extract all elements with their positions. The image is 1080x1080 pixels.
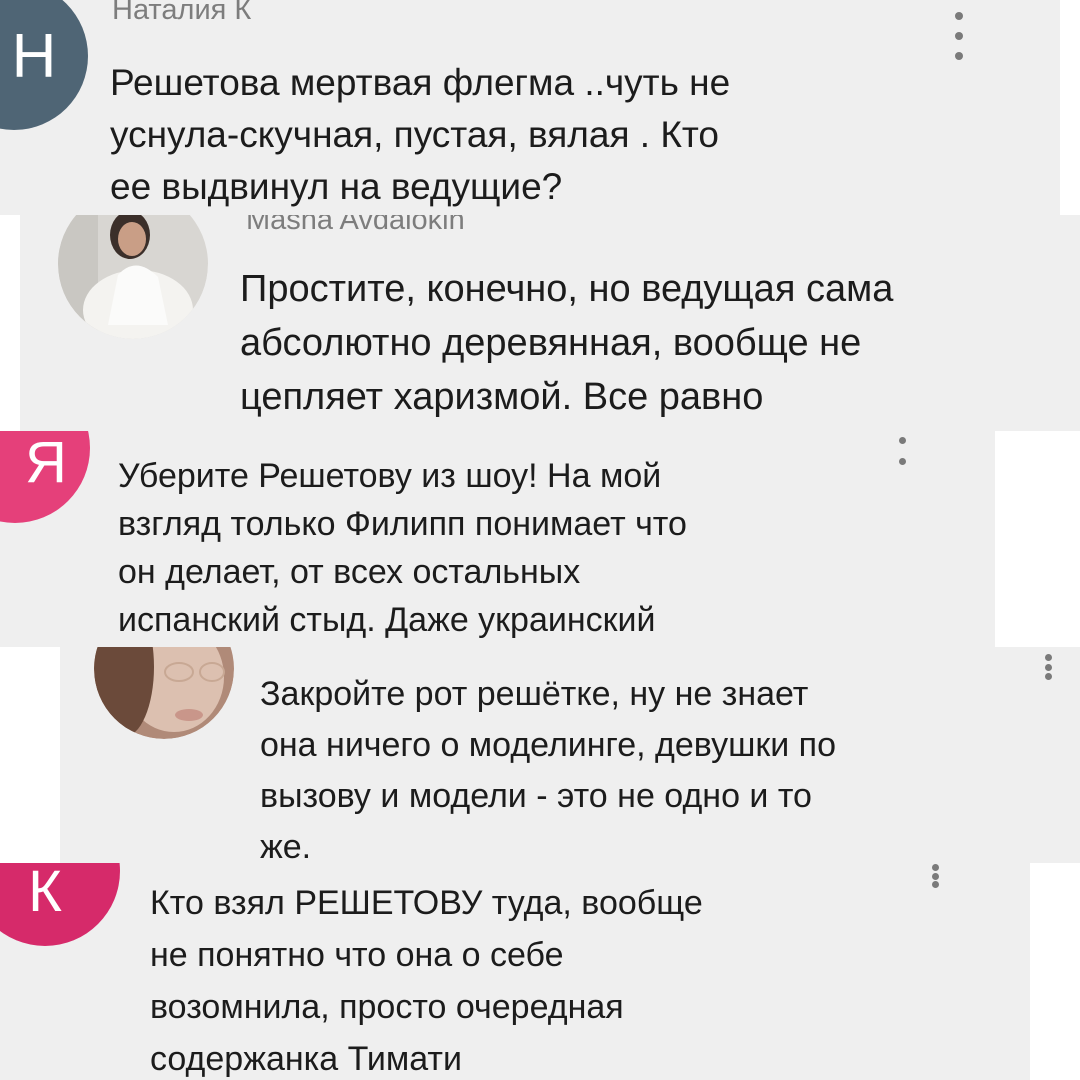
avatar-letter: Н	[11, 21, 57, 91]
comment-text: Уберите Решетову из шоу! На мой взгляд т…	[118, 457, 687, 639]
user-photo	[94, 647, 234, 739]
comment-author[interactable]: Masha Avdalokin	[246, 215, 465, 237]
comment-text: Закройте рот решётке, ну не знает она ни…	[260, 675, 836, 863]
avatar-letter: К	[28, 863, 62, 924]
comment-card: Я Уберите Решетову из шоу! На мой взгляд…	[0, 431, 995, 647]
avatar[interactable]	[94, 647, 234, 739]
comment-author[interactable]: Наталия К	[112, 0, 251, 27]
more-vertical-icon[interactable]	[1043, 654, 1053, 680]
avatar-letter: Я	[25, 431, 67, 495]
more-vertical-icon[interactable]	[897, 437, 907, 465]
user-photo	[58, 215, 208, 339]
comment-text: Кто взял РЕШЕТОВУ туда, вообще не понятн…	[150, 884, 703, 1078]
comment-card: К Кто взял РЕШЕТОВУ туда, вообще не поня…	[0, 863, 1030, 1080]
comment-card: Masha Avdalokin Простите, конечно, но ве…	[20, 215, 1080, 431]
comment-text: Простите, конечно, но ведущая сама абсол…	[240, 268, 894, 418]
comment-card: Н Наталия К Решетова мертвая флегма ..чу…	[0, 0, 1060, 215]
more-vertical-icon[interactable]	[930, 864, 940, 888]
more-vertical-icon[interactable]	[954, 12, 964, 60]
comment-text: Решетова мертвая флегма ..чуть не уснула…	[110, 62, 731, 207]
avatar[interactable]: Н	[0, 0, 88, 130]
avatar[interactable]	[58, 215, 208, 339]
comment-card: Закройте рот решётке, ну не знает она ни…	[60, 647, 1080, 863]
avatar[interactable]: Я	[0, 431, 90, 523]
avatar[interactable]: К	[0, 863, 120, 946]
